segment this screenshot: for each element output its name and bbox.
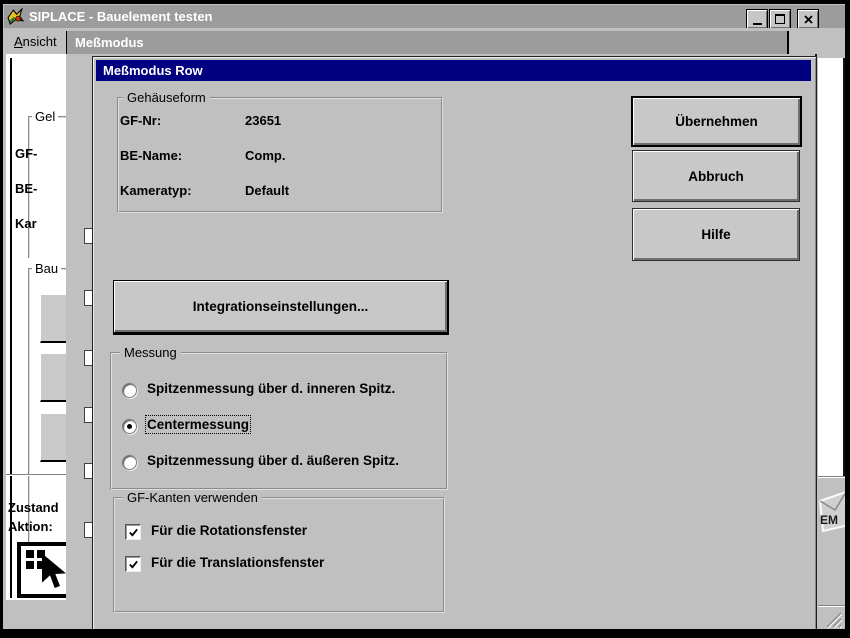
field-gf-nr-label: GF-Nr: — [120, 113, 162, 128]
close-button[interactable] — [797, 9, 819, 29]
dialog-title: Meßmodus Row — [103, 63, 203, 78]
screenshot-border-right — [845, 0, 850, 638]
bg-partial-button[interactable] — [40, 294, 66, 343]
checkbox-icon-translationsfenster[interactable] — [125, 556, 141, 572]
maximize-button[interactable] — [769, 9, 791, 29]
hilfe-button-label: Hilfe — [701, 227, 731, 242]
client-frame-line — [10, 58, 12, 598]
app-logo-icon — [7, 7, 25, 25]
bg-partial-button[interactable] — [40, 353, 66, 402]
grid-square — [26, 550, 34, 558]
maximize-icon — [775, 14, 785, 24]
screenshot-border-bottom — [0, 629, 850, 638]
radio-icon-centermessung[interactable] — [122, 419, 137, 434]
checkbox-label-translationsfenster: Für die Translationsfenster — [151, 555, 325, 570]
background-client-left: Gel GF- BE- Kar Bau Zustand Aktion: — [6, 54, 66, 600]
field-be-name-label: BE-Name: — [120, 148, 183, 163]
hilfe-button[interactable]: Hilfe — [632, 208, 800, 261]
checkbox-icon-rotationsfenster[interactable] — [125, 524, 141, 540]
integrationseinstellungen-button-label: Integrationseinstellungen... — [192, 299, 369, 314]
radio-label-aeusseren: Spitzenmessung über d. äußeren Spitz. — [147, 453, 400, 468]
right-separator — [818, 476, 845, 478]
main-window-titlebar[interactable]: SIPLACE - Bauelement testen — [4, 5, 845, 29]
bg-label-gf: GF- — [15, 146, 38, 161]
field-gf-nr-value: 23651 — [245, 113, 282, 128]
abbruch-button-label: Abbruch — [688, 168, 744, 184]
bg-label-kamera: Kar — [15, 216, 37, 231]
menu-item-ansicht[interactable]: Ansicht — [8, 32, 63, 51]
main-window-title: SIPLACE - Bauelement testen — [29, 9, 213, 24]
resize-grip[interactable] — [821, 609, 844, 629]
background-client-right — [818, 58, 843, 476]
field-kameratyp-value: Default — [245, 183, 290, 198]
checkbox-label-rotationsfenster: Für die Rotationsfenster — [151, 523, 308, 538]
screenshot-border-top — [0, 0, 850, 4]
minimize-button[interactable] — [746, 9, 768, 29]
radio-label-inneren: Spitzenmessung über d. inneren Spitz. — [147, 381, 396, 396]
grip-separator — [818, 605, 845, 607]
uebernehmen-button-label: Übernehmen — [675, 114, 758, 129]
logo-fragment-text: EM — [820, 513, 838, 527]
integrationseinstellungen-button[interactable]: Integrationseinstellungen... — [113, 280, 449, 335]
screenshot-root: { "colors": { "active_titlebar": "#00008… — [0, 0, 850, 638]
grid-square — [26, 561, 34, 569]
dialog-titlebar[interactable]: Meßmodus Row — [96, 60, 811, 81]
field-kameratyp-label: Kameratyp: — [120, 183, 192, 198]
check-icon — [128, 560, 138, 569]
messmodus-window-title: Meßmodus — [75, 35, 144, 50]
field-be-name-value: Comp. — [245, 148, 286, 163]
bg-group-bauelement-label: Bau — [32, 261, 62, 276]
group-gehaeuseform-label: Gehäuseform — [123, 90, 210, 105]
check-icon — [128, 528, 138, 537]
group-messung-label: Messung — [120, 345, 181, 360]
bg-group-gehaeuseform-label: Gel — [32, 109, 59, 124]
arrow-cursor-icon — [42, 553, 66, 588]
radio-label-centermessung: Centermessung — [144, 415, 252, 434]
group-gf-kanten-label: GF-Kanten verwenden — [123, 490, 262, 505]
status-aktion-label: Aktion: — [8, 519, 53, 534]
status-separator — [6, 474, 66, 476]
abbruch-button[interactable]: Abbruch — [632, 150, 800, 202]
bg-partial-button[interactable] — [40, 413, 66, 462]
radio-icon-aeusseren[interactable] — [122, 455, 137, 470]
minimize-icon — [752, 22, 762, 25]
pointer-tool-icon[interactable] — [17, 542, 66, 598]
uebernehmen-button[interactable]: Übernehmen — [631, 96, 802, 147]
status-zustand-label: Zustand — [8, 500, 59, 515]
radio-icon-inneren[interactable] — [122, 383, 137, 398]
close-icon — [803, 14, 813, 24]
messmodus-window-titlebar[interactable]: Meßmodus — [66, 31, 789, 54]
dialog-messmodus-row: Meßmodus Row Gehäuseform GF-Nr: 23651 BE… — [92, 56, 817, 634]
bg-label-be: BE- — [15, 181, 38, 196]
screenshot-border-left — [0, 0, 3, 638]
